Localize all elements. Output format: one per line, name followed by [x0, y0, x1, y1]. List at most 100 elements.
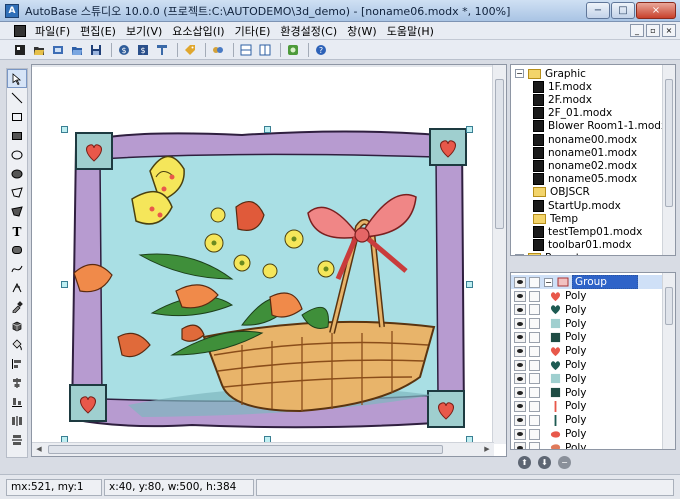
tree-file[interactable]: noname01.modx: [533, 146, 637, 159]
move-down-icon[interactable]: ⬇: [538, 455, 551, 469]
resize-handle-tc[interactable]: [264, 126, 271, 133]
open-folder-icon[interactable]: [69, 42, 85, 58]
align-left-icon[interactable]: [7, 354, 27, 373]
lock-toggle[interactable]: [529, 290, 540, 302]
select-icon[interactable]: [7, 69, 27, 88]
lock-toggle[interactable]: [529, 373, 540, 385]
tree-file[interactable]: 2F.modx: [533, 93, 592, 106]
menu-help[interactable]: 도움말(H): [382, 23, 439, 39]
polygon-icon[interactable]: [7, 183, 27, 202]
resize-handle-ml[interactable]: [61, 281, 68, 288]
ellipse-icon[interactable]: [7, 145, 27, 164]
split-horizontal-icon[interactable]: [238, 42, 254, 58]
remove-icon[interactable]: −: [558, 455, 571, 469]
canvas-horizontal-scrollbar[interactable]: ◀ ▶: [32, 442, 494, 456]
open-icon[interactable]: [31, 42, 47, 58]
tree-expand-toggle[interactable]: −: [515, 69, 524, 78]
layer-row[interactable]: Poly: [511, 441, 663, 449]
filled-rectangle-icon[interactable]: [7, 126, 27, 145]
tree-folder[interactable]: OBJSCR: [533, 186, 590, 199]
help-icon[interactable]: ?: [313, 42, 329, 58]
curve-icon[interactable]: [7, 259, 27, 278]
layer-row[interactable]: Poly: [511, 303, 663, 317]
visibility-eye-icon[interactable]: [514, 345, 526, 357]
layer-row[interactable]: Poly: [511, 330, 663, 344]
tree-vertical-scrollbar[interactable]: [662, 65, 675, 255]
run-icon[interactable]: [285, 42, 301, 58]
menu-settings[interactable]: 환경설정(C): [275, 23, 342, 39]
visibility-eye-icon[interactable]: [514, 318, 526, 330]
tree-folder[interactable]: − Graphic: [515, 67, 586, 80]
lock-toggle[interactable]: [529, 414, 540, 426]
menu-file[interactable]: 파일(F): [30, 23, 75, 39]
currency-alt-icon[interactable]: $: [135, 42, 151, 58]
arc-icon[interactable]: [7, 278, 27, 297]
close-button[interactable]: ×: [636, 2, 676, 19]
format-icon[interactable]: [154, 42, 170, 58]
menu-etc[interactable]: 기타(E): [230, 23, 276, 39]
visibility-eye-icon[interactable]: [514, 304, 526, 316]
tree-file[interactable]: toolbar01.modx: [533, 239, 632, 252]
visibility-eye-icon[interactable]: [514, 276, 526, 288]
text-icon[interactable]: T: [7, 221, 27, 240]
tree-expand-toggle[interactable]: +: [515, 253, 524, 255]
tree-file[interactable]: noname00.modx: [533, 133, 637, 146]
maximize-button[interactable]: □: [611, 2, 635, 19]
resize-handle-mr[interactable]: [466, 281, 473, 288]
canvas-vertical-scrollbar[interactable]: [492, 65, 506, 444]
visibility-eye-icon[interactable]: [514, 373, 526, 385]
layer-row[interactable]: Poly: [511, 372, 663, 386]
lock-toggle[interactable]: [529, 345, 540, 357]
round-rect-icon[interactable]: [7, 240, 27, 259]
visibility-eye-icon[interactable]: [514, 428, 526, 440]
visibility-eye-icon[interactable]: [514, 400, 526, 412]
canvas-vertical-scroll-thumb[interactable]: [495, 79, 504, 229]
layer-row[interactable]: Poly: [511, 289, 663, 303]
layer-row[interactable]: Poly: [511, 399, 663, 413]
menu-view[interactable]: 보기(V): [121, 23, 167, 39]
layer-row[interactable]: Poly: [511, 317, 663, 331]
split-vertical-icon[interactable]: [257, 42, 273, 58]
line-icon[interactable]: [7, 88, 27, 107]
lock-toggle[interactable]: [529, 331, 540, 343]
menu-edit[interactable]: 편집(E): [75, 23, 121, 39]
lock-toggle[interactable]: [529, 359, 540, 371]
component-icon[interactable]: [210, 42, 226, 58]
tag-icon[interactable]: [182, 42, 198, 58]
visibility-eye-icon[interactable]: [514, 290, 526, 302]
filled-ellipse-icon[interactable]: [7, 164, 27, 183]
resize-handle-tr[interactable]: [466, 126, 473, 133]
layer-row[interactable]: Poly: [511, 427, 663, 441]
tree-file[interactable]: testTemp01.modx: [533, 225, 642, 238]
new-icon[interactable]: [12, 42, 28, 58]
distribute-icon[interactable]: [7, 411, 27, 430]
save-icon[interactable]: [88, 42, 104, 58]
document-icon[interactable]: [14, 24, 26, 37]
filled-polygon-icon[interactable]: [7, 202, 27, 221]
menu-window[interactable]: 창(W): [342, 23, 382, 39]
drawing-canvas[interactable]: ◀ ▶: [31, 64, 507, 457]
mdi-close-button[interactable]: ×: [662, 24, 676, 37]
menu-insert[interactable]: 요소삽입(I): [167, 23, 229, 39]
tree-file[interactable]: 2F_01.modx: [533, 107, 612, 120]
tree-file[interactable]: 1F.modx: [533, 80, 592, 93]
lock-toggle[interactable]: [529, 318, 540, 330]
tree-file[interactable]: noname05.modx: [533, 173, 637, 186]
layer-row[interactable]: Poly: [511, 358, 663, 372]
layer-row[interactable]: Poly: [511, 344, 663, 358]
layer-vertical-scrollbar[interactable]: [662, 273, 675, 449]
tree-scroll-thumb[interactable]: [665, 79, 673, 207]
currency-icon[interactable]: $: [116, 42, 132, 58]
visibility-eye-icon[interactable]: [514, 442, 526, 449]
3d-box-icon[interactable]: [7, 316, 27, 335]
resize-handle-tl[interactable]: [61, 126, 68, 133]
canvas-horizontal-scroll-thumb[interactable]: [48, 445, 443, 454]
lock-toggle[interactable]: [529, 304, 540, 316]
distribute-vertical-icon[interactable]: [7, 430, 27, 449]
layer-row[interactable]: Poly: [511, 386, 663, 400]
lock-toggle[interactable]: [529, 400, 540, 412]
open-project-icon[interactable]: [50, 42, 66, 58]
move-up-icon[interactable]: ⬆: [518, 455, 531, 469]
scroll-left-arrow-icon[interactable]: ◀: [33, 443, 45, 455]
bucket-icon[interactable]: [7, 335, 27, 354]
